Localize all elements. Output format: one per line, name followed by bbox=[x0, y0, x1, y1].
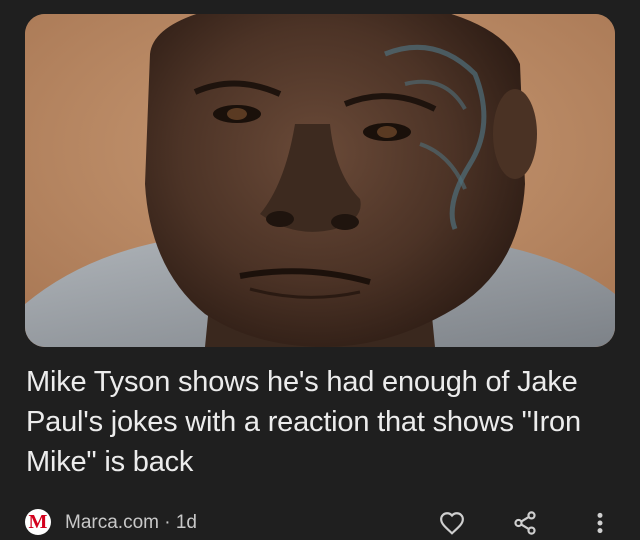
meta-separator: · bbox=[164, 512, 171, 533]
article-image[interactable] bbox=[25, 14, 615, 347]
article-age: 1d bbox=[175, 512, 197, 533]
article-meta: M Marca.com · 1d bbox=[25, 506, 615, 538]
source-name[interactable]: Marca.com bbox=[65, 512, 159, 533]
share-icon bbox=[514, 511, 536, 535]
news-card[interactable]: Mike Tyson shows he's had enough of Jake… bbox=[0, 0, 640, 540]
source-logo: M bbox=[25, 509, 51, 535]
article-headline[interactable]: Mike Tyson shows he's had enough of Jake… bbox=[26, 362, 596, 482]
more-vertical-icon bbox=[597, 512, 603, 534]
heart-outline-icon bbox=[440, 512, 464, 535]
portrait-photo bbox=[25, 14, 615, 347]
more-options-button[interactable] bbox=[585, 508, 615, 538]
like-button[interactable] bbox=[437, 508, 467, 538]
source-logo-letter: M bbox=[28, 511, 48, 533]
source-line[interactable]: Marca.com · 1d bbox=[65, 512, 197, 534]
share-button[interactable] bbox=[510, 508, 540, 538]
